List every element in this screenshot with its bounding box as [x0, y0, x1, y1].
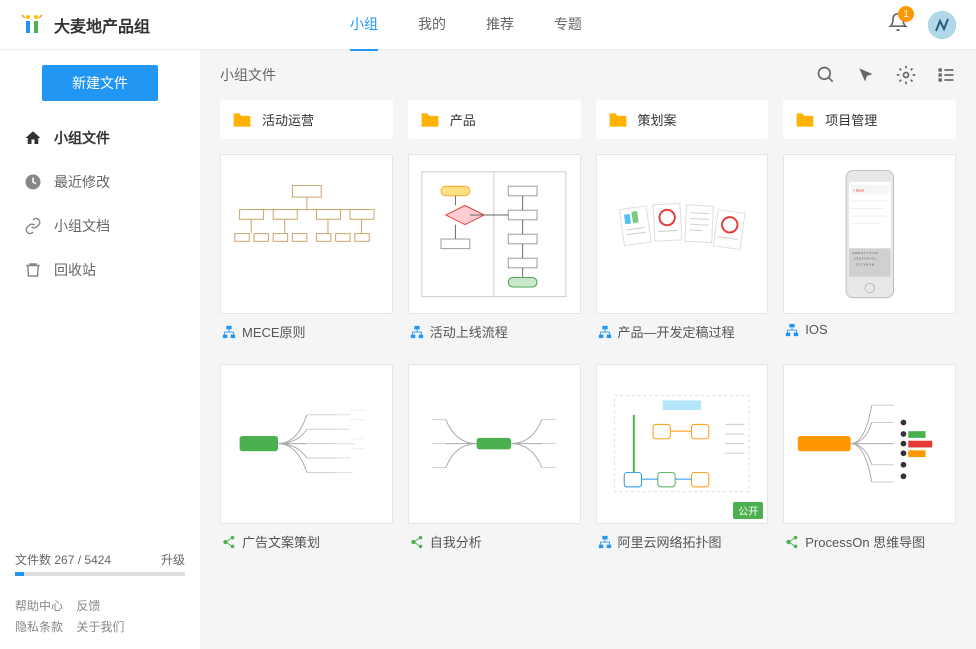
file-name: ProcessOn 思维导图 [805, 532, 925, 551]
logo-icon [20, 13, 44, 37]
main-header: 小组文件 [220, 65, 956, 85]
notification-badge: 1 [898, 6, 914, 22]
file-thumbnail [408, 364, 581, 524]
sidebar-item-docs[interactable]: 小组文档 [0, 204, 200, 248]
file-item[interactable]: 活动上线流程 [408, 154, 581, 349]
public-badge: 公开 [733, 502, 763, 519]
file-item[interactable]: 产品—开发定稿过程 [596, 154, 769, 349]
sidebar-menu: 小组文件 最近修改 小组文档 回收站 [0, 116, 200, 541]
svg-text:A S D F G H J K L: A S D F G H J K L [854, 257, 877, 261]
tab-recommend[interactable]: 推荐 [486, 0, 514, 51]
file-item[interactable]: MECE原则 [220, 154, 393, 349]
cursor-icon[interactable] [856, 65, 876, 85]
folder-icon [232, 111, 252, 129]
storage-info: 文件数 267 / 5424 升级 [0, 541, 200, 586]
folder-icon [608, 111, 628, 129]
svg-text:< Back: < Back [853, 188, 865, 192]
folder-name: 产品 [450, 110, 476, 129]
folder-name: 策划案 [638, 110, 677, 129]
file-item[interactable]: 自我分析 [408, 364, 581, 559]
sidebar-item-group-files[interactable]: 小组文件 [0, 116, 200, 160]
mindmap-icon [785, 535, 799, 549]
svg-text:Q W E R T Y U I O P: Q W E R T Y U I O P [852, 251, 878, 255]
avatar[interactable] [928, 11, 956, 39]
storage-label: 文件数 267 / 5424 [15, 551, 111, 568]
sidebar-item-label: 小组文件 [54, 128, 110, 148]
trash-icon [24, 261, 42, 279]
about-link[interactable]: 关于我们 [76, 620, 124, 634]
folder-item[interactable]: 策划案 [596, 100, 769, 139]
tab-group[interactable]: 小组 [350, 0, 378, 51]
flowchart-icon [410, 325, 424, 339]
new-file-button[interactable]: 新建文件 [42, 65, 158, 101]
breadcrumb: 小组文件 [220, 65, 276, 85]
folder-item[interactable]: 活动运营 [220, 100, 393, 139]
file-thumbnail [783, 364, 956, 524]
folder-name: 活动运营 [262, 110, 314, 129]
storage-bar [15, 572, 185, 576]
tab-mine[interactable]: 我的 [418, 0, 446, 51]
privacy-link[interactable]: 隐私条款 [15, 620, 63, 634]
file-thumbnail: < Back Q W E R T Y U I O P A S D F G H J K… [783, 154, 956, 314]
file-grid: 活动运营 产品 策划案 项目管理 MECE原则 [220, 100, 956, 559]
clock-icon [24, 173, 42, 191]
nav-tabs: 小组 我的 推荐 专题 [350, 0, 888, 51]
folder-name: 项目管理 [825, 110, 877, 129]
flowchart-icon [598, 325, 612, 339]
header: 大麦地产品组 小组 我的 推荐 专题 1 [0, 0, 976, 50]
file-name: 自我分析 [430, 532, 482, 551]
logo-area: 大麦地产品组 [20, 13, 350, 37]
upgrade-link[interactable]: 升级 [161, 551, 185, 568]
file-thumbnail [596, 154, 769, 314]
flowchart-icon [785, 323, 799, 337]
flowchart-icon [598, 535, 612, 549]
header-right: 1 [888, 11, 956, 39]
sidebar-item-recent[interactable]: 最近修改 [0, 160, 200, 204]
list-view-icon[interactable] [936, 65, 956, 85]
notification-button[interactable]: 1 [888, 12, 908, 37]
gear-icon[interactable] [896, 65, 916, 85]
link-icon [24, 217, 42, 235]
file-item[interactable]: 公开 阿里云网络拓扑图 [596, 364, 769, 559]
file-item[interactable]: < Back Q W E R T Y U I O P A S D F G H J K… [783, 154, 956, 349]
file-thumbnail [220, 364, 393, 524]
file-name: 产品—开发定稿过程 [618, 322, 735, 341]
workspace-title: 大麦地产品组 [54, 13, 150, 37]
file-name: 活动上线流程 [430, 322, 508, 341]
sidebar-item-trash[interactable]: 回收站 [0, 248, 200, 292]
home-icon [24, 129, 42, 147]
folder-icon [795, 111, 815, 129]
file-name: 广告文案策划 [242, 532, 320, 551]
folder-item[interactable]: 产品 [408, 100, 581, 139]
footer-links: 帮助中心 反馈 隐私条款 关于我们 [0, 586, 200, 649]
mindmap-icon [410, 535, 424, 549]
file-thumbnail [220, 154, 393, 314]
sidebar-item-label: 最近修改 [54, 172, 110, 192]
sidebar-item-label: 小组文档 [54, 216, 110, 236]
toolbar [816, 65, 956, 85]
mindmap-icon [222, 535, 236, 549]
folder-item[interactable]: 项目管理 [783, 100, 956, 139]
tab-topics[interactable]: 专题 [554, 0, 582, 51]
file-thumbnail: 公开 [596, 364, 769, 524]
sidebar: 新建文件 小组文件 最近修改 小组文档 回收站 文件数 267 / 5424 [0, 50, 200, 649]
file-name: MECE原则 [242, 322, 306, 341]
main-content: 小组文件 活动运营 产品 策划案 [200, 50, 976, 649]
feedback-link[interactable]: 反馈 [76, 599, 100, 613]
file-name: 阿里云网络拓扑图 [618, 532, 722, 551]
folder-icon [420, 111, 440, 129]
sidebar-item-label: 回收站 [54, 260, 96, 280]
file-item[interactable]: 广告文案策划 [220, 364, 393, 559]
search-icon[interactable] [816, 65, 836, 85]
file-item[interactable]: ProcessOn 思维导图 [783, 364, 956, 559]
file-thumbnail [408, 154, 581, 314]
flowchart-icon [222, 325, 236, 339]
help-link[interactable]: 帮助中心 [15, 599, 63, 613]
file-name: IOS [805, 322, 827, 337]
svg-text:Z X C V B N M: Z X C V B N M [855, 262, 874, 266]
